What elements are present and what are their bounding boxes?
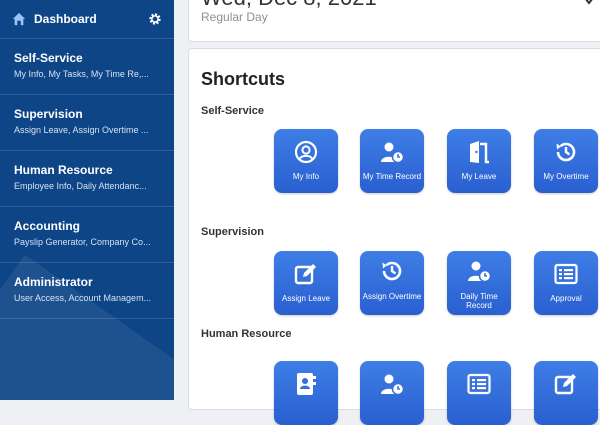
- sidebar-item-administrator[interactable]: Administrator User Access, Account Manag…: [0, 263, 174, 319]
- tile-assign-leave[interactable]: Assign Leave: [274, 251, 338, 315]
- sidebar-item-title: Human Resource: [14, 163, 113, 177]
- history-icon: [382, 261, 402, 281]
- list-icon: [467, 373, 491, 395]
- tile-assign-overtime[interactable]: Assign Overtime: [360, 251, 424, 315]
- tile-my-overtime[interactable]: My Overtime: [534, 129, 598, 193]
- tile-label: My Info: [292, 172, 320, 181]
- user-circle-icon: [294, 140, 318, 164]
- tile-my-leave[interactable]: My Leave: [447, 129, 511, 193]
- section-label-human-resource: Human Resource: [201, 328, 292, 340]
- tile-daily-time-record[interactable]: Daily Time Record: [447, 251, 511, 315]
- tile-label: My Leave: [461, 172, 497, 181]
- shortcuts-card: Shortcuts Self-Service Supervision Human…: [188, 48, 600, 425]
- tile-label: Daily Time Record: [460, 292, 498, 310]
- edit-icon: [294, 264, 316, 285]
- sidebar-item-human-resource[interactable]: Human Resource Employee Info, Daily Atte…: [0, 151, 174, 207]
- sidebar: Dashboard Self-Service My Info, My Tasks…: [0, 0, 174, 400]
- sidebar-item-title: Self-Service: [14, 51, 83, 65]
- sidebar-item-subtitle: Assign Leave, Assign Overtime ...: [14, 125, 149, 135]
- tile-label: My Time Record: [362, 172, 422, 181]
- tile-label: Assign Leave: [281, 294, 331, 303]
- door-open-icon: [470, 141, 489, 164]
- sidebar-item-subtitle: User Access, Account Managem...: [14, 293, 152, 303]
- tile-approval[interactable]: Approval: [534, 251, 598, 315]
- tile-label: My Overtime: [543, 172, 589, 181]
- tile-label: Assign Overtime: [362, 292, 422, 301]
- sidebar-item-title: Accounting: [14, 219, 80, 233]
- user-clock-icon: [381, 142, 404, 164]
- tile-employee-info[interactable]: [274, 361, 338, 425]
- shortcuts-heading: Shortcuts: [201, 69, 286, 89]
- sidebar-item-subtitle: Employee Info, Daily Attendanc...: [14, 181, 147, 191]
- tile-my-info[interactable]: My Info: [274, 129, 338, 193]
- address-book-icon: [297, 373, 316, 395]
- sidebar-item-supervision[interactable]: Supervision Assign Leave, Assign Overtim…: [0, 95, 174, 151]
- sidebar-item-title: Supervision: [14, 107, 83, 121]
- date-card: Wed, Dec 8, 2021 Regular Day: [188, 0, 600, 42]
- sidebar-item-subtitle: Payslip Generator, Company Co...: [14, 237, 151, 247]
- home-icon: [12, 12, 26, 26]
- sidebar-item-self-service[interactable]: Self-Service My Info, My Tasks, My Time …: [0, 39, 174, 95]
- sidebar-header[interactable]: Dashboard: [0, 0, 174, 39]
- edit-icon: [554, 374, 576, 395]
- list-icon: [554, 263, 578, 285]
- tile-daily-attendance[interactable]: [360, 361, 424, 425]
- user-clock-icon: [468, 261, 491, 283]
- sidebar-item-subtitle: My Info, My Tasks, My Time Re,...: [14, 69, 149, 79]
- day-type: Regular Day: [201, 10, 268, 24]
- tile-hr-edit[interactable]: [534, 361, 598, 425]
- tile-my-time-record[interactable]: My Time Record: [360, 129, 424, 193]
- sidebar-title: Dashboard: [34, 12, 97, 26]
- gear-icon[interactable]: [148, 12, 162, 26]
- history-icon: [556, 142, 576, 162]
- section-label-supervision: Supervision: [201, 226, 264, 238]
- sidebar-item-title: Administrator: [14, 275, 93, 289]
- tile-label: Approval: [550, 294, 582, 303]
- tile-hr-list[interactable]: [447, 361, 511, 425]
- chevron-down-icon[interactable]: [583, 0, 595, 7]
- section-label-self-service: Self-Service: [201, 105, 264, 117]
- sidebar-item-accounting[interactable]: Accounting Payslip Generator, Company Co…: [0, 207, 174, 263]
- user-clock-icon: [381, 374, 404, 396]
